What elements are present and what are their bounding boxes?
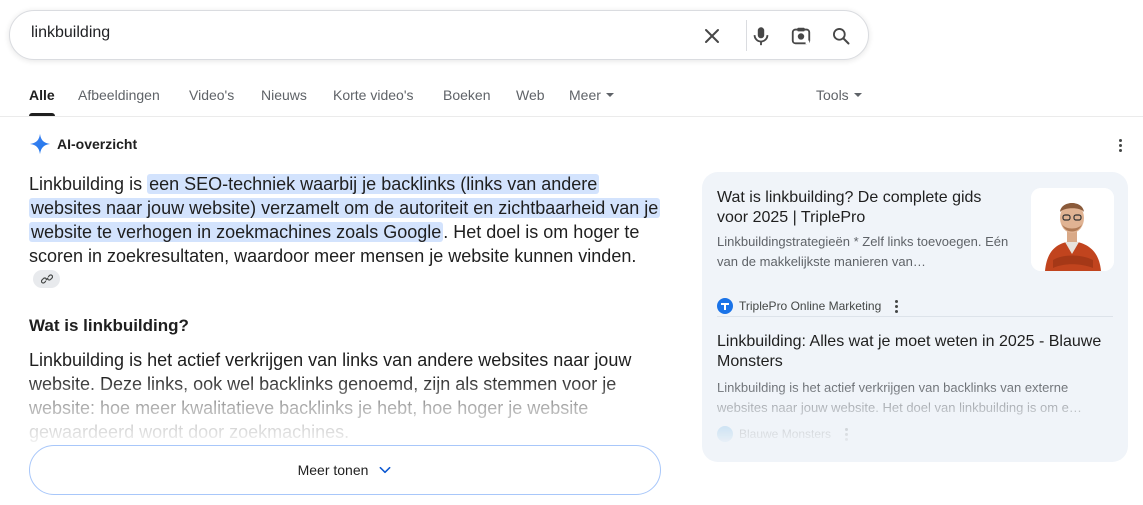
search-divider [746,20,747,51]
tools-label: Tools [816,87,849,103]
tab-korte-videos[interactable]: Korte video's [333,87,414,103]
chevron-down-icon [379,466,391,474]
source-thumbnail [1031,188,1114,271]
source-title[interactable]: Linkbuilding: Alles wat je moet weten in… [717,332,1113,372]
lens-icon[interactable] [788,23,814,49]
intro-text-start: Linkbuilding is [29,174,148,194]
ai-overview-heading: Wat is linkbuilding? [29,316,189,335]
source-card[interactable]: Linkbuilding: Alles wat je moet weten in… [717,332,1117,442]
source-link-chip[interactable] [33,270,60,289]
blauwe-monsters-favicon-icon [717,426,733,442]
ai-overview-paragraph: Linkbuilding is het actief verkrijgen va… [29,350,632,442]
caret-down-icon [605,93,614,98]
tab-afbeeldingen[interactable]: Afbeeldingen [78,87,160,103]
tab-nieuws[interactable]: Nieuws [261,87,307,103]
ai-overview-intro: Linkbuilding is een SEO-techniek waarbij… [29,172,661,292]
search-icon[interactable] [828,23,854,49]
link-icon [40,274,53,284]
source-snippet: Linkbuildingstrategieën * Zelf links toe… [717,234,1009,269]
search-box[interactable]: linkbuilding [9,10,869,60]
ai-overview-header: AI-overzicht [29,132,137,156]
tools-button[interactable]: Tools [816,87,862,103]
source-title[interactable]: Wat is linkbuilding? De complete gids vo… [717,188,1007,228]
tab-web[interactable]: Web [516,87,545,103]
tab-meer[interactable]: Meer [569,87,614,103]
sources-panel: Wat is linkbuilding? De complete gids vo… [702,172,1128,462]
show-more-label: Meer tonen [297,462,369,478]
source-options-icon[interactable] [889,296,903,316]
search-tabs: Alle Afbeeldingen Video's Nieuws Korte v… [0,70,1143,117]
source-site-name: TriplePro Online Marketing [739,299,882,313]
ai-overview-label: AI-overzicht [57,136,138,152]
tab-meer-label: Meer [569,87,601,103]
sparkle-icon [29,133,51,155]
source-site-name: Blauwe Monsters [739,427,832,441]
source-site: Blauwe Monsters [717,424,1117,442]
clear-icon[interactable] [699,23,725,49]
triplepro-favicon-icon [717,298,733,314]
tab-alle[interactable]: Alle [29,87,55,103]
source-snippet: Linkbuilding is het actief verkrijgen va… [717,380,1082,415]
show-more-button[interactable]: Meer tonen [29,445,661,495]
more-options-icon[interactable] [1110,135,1130,155]
source-site: TriplePro Online Marketing [717,296,903,316]
tab-boeken[interactable]: Boeken [443,87,490,103]
caret-down-icon [853,93,862,98]
search-input[interactable]: linkbuilding [31,24,110,42]
tab-videos[interactable]: Video's [189,87,234,103]
microphone-icon[interactable] [748,23,774,49]
source-options-icon[interactable] [839,424,853,442]
active-tab-indicator [29,113,55,116]
sources-divider [717,316,1113,317]
